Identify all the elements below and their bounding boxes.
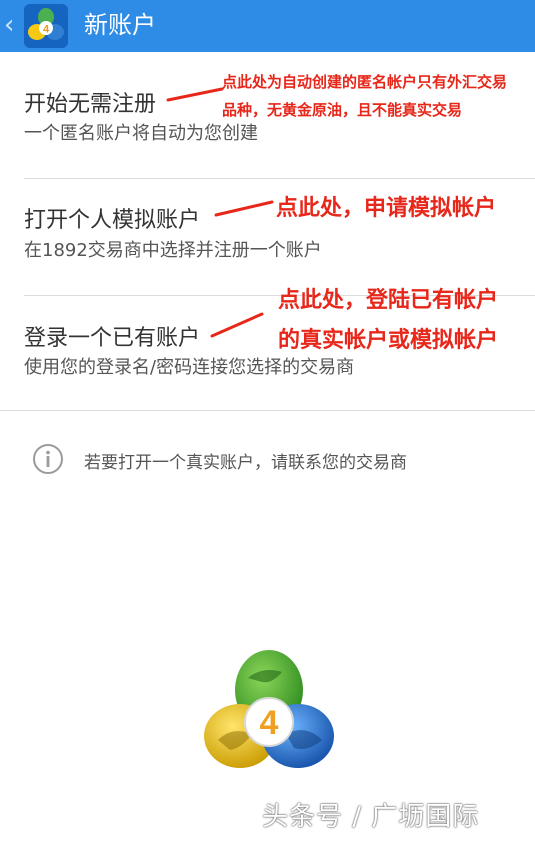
annotation-anonymous-line1: 点此处为自动创建的匿名帐户只有外汇交易 <box>222 73 508 91</box>
metatrader4-icon[interactable]: 4 <box>24 4 68 48</box>
info-message: 若要打开一个真实账户，请联系您的交易商 <box>84 453 407 473</box>
annotation-login-line2: 的真实帐户或模拟帐户 <box>278 328 499 353</box>
annotation-login-line1: 点此处，登陆已有帐户 <box>278 288 499 313</box>
option-subtitle: 在1892交易商中选择并注册一个账户 <box>24 240 322 261</box>
option-subtitle: 使用您的登录名/密码连接您选择的交易商 <box>24 357 355 378</box>
annotation-arrow <box>214 200 274 217</box>
divider <box>0 410 535 411</box>
metatrader4-logo: 4 <box>204 650 334 768</box>
app-icon-number: 4 <box>43 24 50 36</box>
option-title: 打开个人模拟账户 <box>24 208 201 233</box>
info-icon <box>33 444 63 474</box>
option-title: 登录一个已有账户 <box>24 326 201 351</box>
annotation-arrow <box>210 312 264 338</box>
annotation-arrow <box>166 87 224 102</box>
option-subtitle: 一个匿名账户将自动为您创建 <box>24 123 258 144</box>
option-title: 开始无需注册 <box>24 92 157 117</box>
logo-number: 4 <box>260 704 279 742</box>
annotation-demo: 点此处，申请模拟帐户 <box>276 196 497 221</box>
chevron-left-icon[interactable]: ‹ <box>4 10 20 40</box>
top-app-bar: ‹ 4 新账户 <box>0 0 535 52</box>
annotation-anonymous-line2: 品种，无黄金原油，且不能真实交易 <box>222 101 463 119</box>
page-title: 新账户 <box>84 11 156 39</box>
watermark: 头条号 / 广坜国际 <box>262 802 480 832</box>
